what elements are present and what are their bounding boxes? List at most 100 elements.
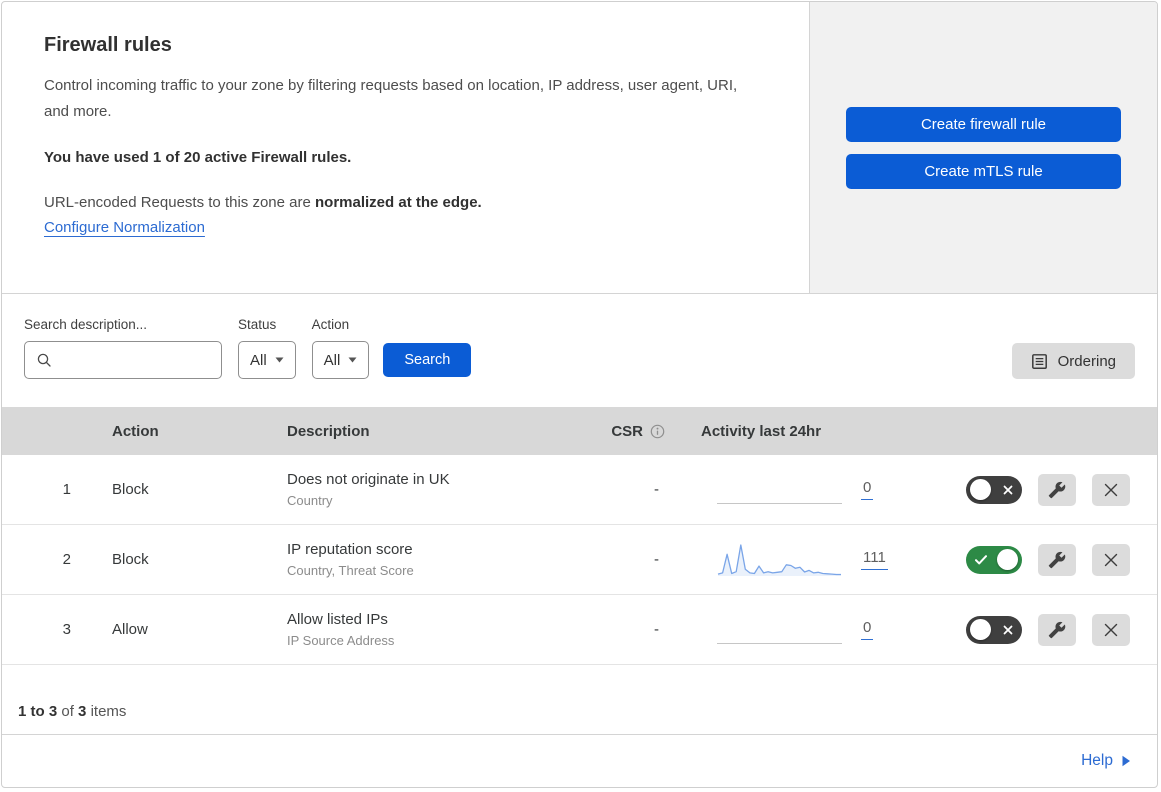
x-icon <box>1003 485 1013 494</box>
status-label: Status <box>238 317 277 332</box>
page-title: Firewall rules <box>44 34 172 56</box>
rule-action: Block <box>112 481 149 498</box>
rule-priority: 2 <box>62 551 71 568</box>
rule-csr-value: - <box>654 481 659 498</box>
edit-rule-button[interactable] <box>1038 613 1076 646</box>
activity-sparkline <box>717 611 842 649</box>
rule-controls <box>931 543 1157 576</box>
header-description: Description <box>287 422 370 440</box>
status-dropdown[interactable]: All <box>238 341 296 379</box>
status-value: All <box>250 351 267 369</box>
cta-panel: Create firewall rule Create mTLS rule <box>809 2 1157 293</box>
action-label: Action <box>311 317 350 332</box>
chevron-down-icon <box>348 357 357 363</box>
rule-description: IP reputation score <box>287 541 413 558</box>
search-input[interactable] <box>60 351 210 369</box>
header-action: Action <box>112 422 159 440</box>
create-mtls-rule-button[interactable]: Create mTLS rule <box>846 153 1121 189</box>
normalization-bold: normalized at the edge. <box>315 193 482 211</box>
rule-expression-fields: IP Source Address <box>287 633 395 648</box>
firewall-rules-panel: Firewall rules Control incoming traffic … <box>1 1 1158 788</box>
rule-controls <box>931 613 1157 646</box>
page-description: Control incoming traffic to your zone by… <box>44 77 738 121</box>
rule-activity-cell: 0 <box>681 471 931 509</box>
delete-rule-button[interactable] <box>1092 473 1130 506</box>
search-description-label: Search description... <box>24 317 148 332</box>
filter-bar: Search description... Status All Action … <box>2 294 1157 407</box>
action-dropdown[interactable]: All <box>311 341 370 379</box>
delete-rule-button[interactable] <box>1092 543 1130 576</box>
ordering-list-icon <box>1031 353 1048 370</box>
rule-activity-cell: 0 <box>681 611 931 649</box>
activity-sparkline <box>717 471 842 509</box>
rule-csr-value: - <box>654 551 659 568</box>
toggle-knob <box>970 619 991 640</box>
usage-note: You have used 1 of 20 active Firewall ru… <box>44 148 352 166</box>
wrench-icon <box>1048 481 1066 498</box>
help-link[interactable]: Help <box>1081 752 1131 770</box>
rule-enabled-toggle[interactable] <box>966 615 1022 644</box>
toggle-knob <box>997 549 1018 570</box>
rule-priority: 3 <box>62 621 71 638</box>
rule-activity-cell: 111 <box>681 541 931 579</box>
rule-expression-fields: Country, Threat Score <box>287 563 414 578</box>
table-row: 1 Block Does not originate in UK Country… <box>2 455 1157 525</box>
ordering-button[interactable]: Ordering <box>1011 343 1135 379</box>
edit-rule-button[interactable] <box>1038 543 1076 576</box>
search-group: Search description... <box>24 317 222 379</box>
help-label: Help <box>1081 752 1113 769</box>
rule-action: Allow <box>112 621 148 638</box>
panel-header-text: Firewall rules Control incoming traffic … <box>2 2 809 293</box>
header-activity: Activity last 24hr <box>701 422 822 440</box>
activity-count-link[interactable]: 0 <box>861 619 874 640</box>
rule-enabled-toggle[interactable] <box>966 545 1022 574</box>
items-count: 1 to 3 of 3 items <box>2 665 1157 735</box>
info-icon[interactable] <box>650 424 665 439</box>
rule-description-cell: IP reputation score Country, Threat Scor… <box>287 541 581 578</box>
action-filter-group: Action All <box>311 317 370 379</box>
rule-priority: 1 <box>62 481 71 498</box>
search-button[interactable]: Search <box>383 343 472 377</box>
edit-rule-button[interactable] <box>1038 473 1076 506</box>
rule-description-cell: Allow listed IPs IP Source Address <box>287 611 581 648</box>
header-csr: CSR <box>581 423 681 440</box>
toggle-knob <box>970 479 991 500</box>
normalization-note: URL-encoded Requests to this zone are no… <box>44 194 767 211</box>
action-value: All <box>323 351 341 369</box>
rule-description: Allow listed IPs <box>287 611 388 628</box>
configure-normalization-link[interactable]: Configure Normalization <box>44 219 205 236</box>
status-filter-group: Status All <box>238 317 296 379</box>
wrench-icon <box>1048 551 1066 568</box>
close-icon <box>1104 623 1118 636</box>
search-icon <box>36 352 52 368</box>
rule-csr-value: - <box>654 621 659 638</box>
create-firewall-rule-button[interactable]: Create firewall rule <box>846 106 1121 142</box>
table-header: Action Description CSR Activity last 24h… <box>2 407 1157 455</box>
rule-controls <box>931 473 1157 506</box>
panel-header-section: Firewall rules Control incoming traffic … <box>2 2 1157 294</box>
chevron-down-icon <box>275 357 284 363</box>
table-row: 3 Allow Allow listed IPs IP Source Addre… <box>2 595 1157 665</box>
help-arrow-icon <box>1121 755 1131 767</box>
activity-count-link[interactable]: 0 <box>861 479 874 500</box>
normalization-text: URL-encoded Requests to this zone are <box>44 193 315 211</box>
close-icon <box>1104 553 1118 566</box>
search-box <box>24 341 222 379</box>
rule-action: Block <box>112 551 149 568</box>
activity-sparkline <box>717 541 842 579</box>
rule-expression-fields: Country <box>287 493 333 508</box>
wrench-icon <box>1048 621 1066 638</box>
rule-description: Does not originate in UK <box>287 471 450 488</box>
close-icon <box>1104 483 1118 496</box>
table-body: 1 Block Does not originate in UK Country… <box>2 455 1157 665</box>
rule-enabled-toggle[interactable] <box>966 475 1022 504</box>
table-row: 2 Block IP reputation score Country, Thr… <box>2 525 1157 595</box>
check-icon <box>975 554 987 564</box>
delete-rule-button[interactable] <box>1092 613 1130 646</box>
activity-count-link[interactable]: 111 <box>861 549 888 570</box>
x-icon <box>1003 625 1013 634</box>
help-row: Help <box>2 735 1157 787</box>
rule-description-cell: Does not originate in UK Country <box>287 471 581 508</box>
ordering-label: Ordering <box>1057 352 1116 370</box>
csr-label: CSR <box>611 422 643 440</box>
